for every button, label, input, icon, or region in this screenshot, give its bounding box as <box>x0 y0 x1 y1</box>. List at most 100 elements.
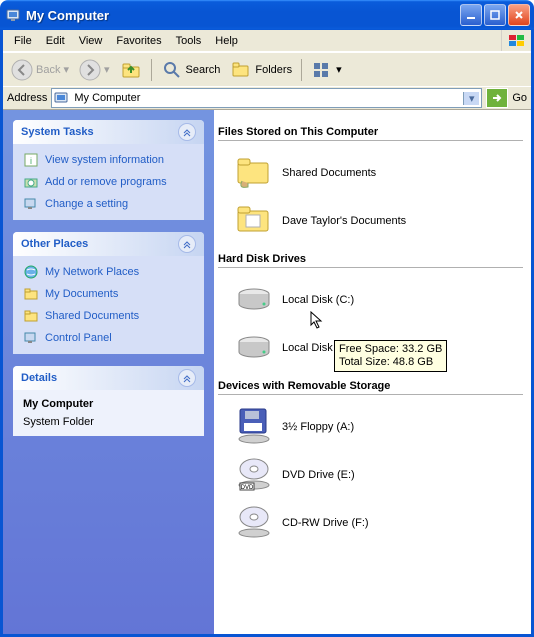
item-label: Shared Documents <box>282 167 376 179</box>
item-label: 3½ Floppy (A:) <box>282 421 354 433</box>
details-panel: Details My Computer System Folder <box>13 366 204 436</box>
link-label: My Documents <box>45 288 118 300</box>
item-floppy[interactable]: 3½ Floppy (A:) <box>218 403 523 451</box>
hdd-icon <box>234 280 274 320</box>
maximize-button[interactable] <box>484 4 506 26</box>
details-type: System Folder <box>23 416 194 428</box>
back-button[interactable]: Back ▾ <box>7 57 73 83</box>
collapse-icon[interactable] <box>178 235 196 253</box>
task-label: Add or remove programs <box>45 176 167 188</box>
menu-file[interactable]: File <box>7 33 39 49</box>
system-tasks-title: System Tasks <box>21 126 94 138</box>
link-control-panel[interactable]: Control Panel <box>23 330 194 346</box>
task-change-setting[interactable]: Change a setting <box>23 196 194 212</box>
item-label: Local Disk (C:) <box>282 294 354 306</box>
link-label: Control Panel <box>45 332 112 344</box>
details-name: My Computer <box>23 398 194 410</box>
menu-help[interactable]: Help <box>208 33 245 49</box>
task-add-remove-programs[interactable]: Add or remove programs <box>23 174 194 190</box>
item-shared-documents[interactable]: Shared Documents <box>218 149 523 197</box>
folders-button[interactable]: Folders <box>226 57 296 83</box>
task-label: View system information <box>45 154 164 166</box>
address-label: Address <box>7 92 47 104</box>
svg-text:DVD: DVD <box>241 485 254 491</box>
link-label: My Network Places <box>45 266 139 278</box>
item-label: Dave Taylor's Documents <box>282 215 406 227</box>
address-icon <box>54 90 70 106</box>
folder-icon <box>23 286 39 302</box>
svg-text:i: i <box>30 156 32 166</box>
tasks-sidebar: System Tasks i View system information A… <box>3 110 214 634</box>
drive-tooltip: Free Space: 33.2 GB Total Size: 48.8 GB <box>334 340 447 372</box>
settings-icon <box>23 196 39 212</box>
group-header-hdd: Hard Disk Drives <box>218 251 523 268</box>
search-button[interactable]: Search <box>157 57 225 83</box>
search-icon <box>161 59 183 81</box>
link-my-documents[interactable]: My Documents <box>23 286 194 302</box>
window-title: My Computer <box>26 8 460 23</box>
back-icon <box>11 59 33 81</box>
item-label: DVD Drive (E:) <box>282 469 355 481</box>
hdd-icon <box>234 328 274 368</box>
info-icon: i <box>23 152 39 168</box>
item-user-documents[interactable]: Dave Taylor's Documents <box>218 197 523 245</box>
other-places-header[interactable]: Other Places <box>13 232 204 256</box>
menu-edit[interactable]: Edit <box>39 33 72 49</box>
collapse-icon[interactable] <box>178 123 196 141</box>
views-dropdown-icon: ▾ <box>336 63 342 76</box>
folders-label: Folders <box>255 64 292 76</box>
floppy-icon <box>234 407 274 447</box>
item-label: CD-RW Drive (F:) <box>282 517 369 529</box>
titlebar[interactable]: My Computer <box>0 0 534 30</box>
task-view-system-info[interactable]: i View system information <box>23 152 194 168</box>
details-header[interactable]: Details <box>13 366 204 390</box>
menubar: File Edit View Favorites Tools Help <box>3 30 531 52</box>
forward-button[interactable]: ▾ <box>75 57 114 83</box>
system-tasks-header[interactable]: System Tasks <box>13 120 204 144</box>
cd-icon <box>234 503 274 543</box>
folders-icon <box>230 59 252 81</box>
dvd-icon: DVD <box>234 455 274 495</box>
details-title: Details <box>21 372 57 384</box>
menu-tools[interactable]: Tools <box>169 33 209 49</box>
up-button[interactable] <box>116 57 146 83</box>
minimize-button[interactable] <box>460 4 482 26</box>
tooltip-total-size: Total Size: 48.8 GB <box>339 356 442 369</box>
collapse-icon[interactable] <box>178 369 196 387</box>
link-network-places[interactable]: My Network Places <box>23 264 194 280</box>
link-shared-documents[interactable]: Shared Documents <box>23 308 194 324</box>
menu-view[interactable]: View <box>72 33 110 49</box>
address-value: My Computer <box>74 92 140 104</box>
forward-icon <box>79 59 101 81</box>
back-label: Back <box>36 64 60 76</box>
folder-shared-icon <box>234 153 274 193</box>
windows-flag-icon <box>501 30 531 51</box>
link-label: Shared Documents <box>45 310 139 322</box>
item-cdrw[interactable]: CD-RW Drive (F:) <box>218 499 523 547</box>
group-header-removable: Devices with Removable Storage <box>218 378 523 395</box>
close-button[interactable] <box>508 4 530 26</box>
other-places-panel: Other Places My Network Places My Docume… <box>13 232 204 354</box>
menu-favorites[interactable]: Favorites <box>109 33 168 49</box>
network-icon <box>23 264 39 280</box>
task-label: Change a setting <box>45 198 128 210</box>
cursor-icon <box>310 311 326 331</box>
address-dropdown-icon[interactable]: ▾ <box>463 92 479 105</box>
tooltip-free-space: Free Space: 33.2 GB <box>339 343 442 356</box>
my-computer-icon <box>6 7 22 23</box>
main-content[interactable]: Files Stored on This Computer Shared Doc… <box>214 110 531 634</box>
go-label: Go <box>512 92 527 104</box>
views-button[interactable]: ▾ <box>307 57 346 83</box>
other-places-title: Other Places <box>21 238 88 250</box>
programs-icon <box>23 174 39 190</box>
group-header-files: Files Stored on This Computer <box>218 124 523 141</box>
control-panel-icon <box>23 330 39 346</box>
folder-icon <box>23 308 39 324</box>
forward-dropdown-icon: ▾ <box>104 63 110 76</box>
item-dvd[interactable]: DVD DVD Drive (E:) <box>218 451 523 499</box>
search-label: Search <box>186 64 221 76</box>
item-local-disk-c[interactable]: Local Disk (C:) <box>218 276 523 324</box>
address-input[interactable]: My Computer ▾ <box>51 88 482 108</box>
go-button[interactable] <box>486 88 508 108</box>
system-tasks-panel: System Tasks i View system information A… <box>13 120 204 220</box>
